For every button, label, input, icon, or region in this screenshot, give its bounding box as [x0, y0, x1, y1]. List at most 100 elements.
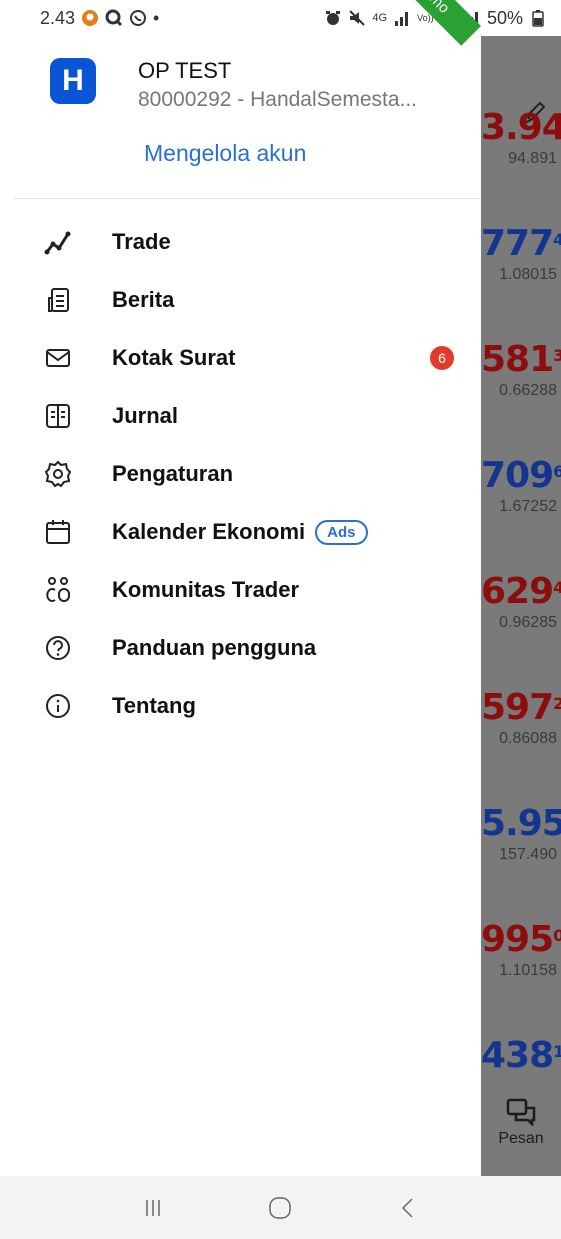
chat-icon [506, 1098, 536, 1126]
mute-icon [349, 10, 366, 26]
quote-price-main: 995 [481, 919, 554, 960]
network-4g-label: 4G [372, 12, 388, 24]
quote-secondary-price: 157.490 [499, 846, 557, 863]
quote-price-main: 597 [481, 687, 554, 728]
menu-item-komunitas-trader[interactable]: Komunitas Trader [0, 561, 481, 619]
menu-label-berita: Berita [112, 287, 175, 312]
quote-price: 5813 [481, 339, 561, 380]
navigation-drawer: H OP TEST 80000292 - HandalSemesta... Me… [0, 36, 481, 1176]
quote-secondary-price: 0.96285 [499, 614, 557, 631]
quote-row: 7096 1.67252 [481, 456, 561, 516]
quote-price: 7096 [481, 455, 561, 496]
account-number: 80000292 - HandalSemesta... [138, 88, 418, 111]
trade-chart-icon [44, 231, 71, 255]
menu-item-berita[interactable]: Berita [0, 271, 481, 329]
menu-label-kalender-ekonomi: Kalender Ekonomi Ads [112, 519, 368, 545]
quote-price-pip: 0 [553, 926, 561, 945]
quote-row: 6294 0.96285 [481, 572, 561, 632]
app-logo-icon: H [50, 58, 96, 104]
quote-row: 4381 [481, 1036, 561, 1076]
quote-secondary-price: 1.67252 [499, 498, 557, 515]
quote-row: 5813 0.66288 [481, 340, 561, 400]
pesan-label: Pesan [498, 1130, 544, 1147]
menu-item-pengaturan[interactable]: Pengaturan [0, 445, 481, 503]
quote-price: 6294 [481, 571, 561, 612]
ads-tag: Ads [315, 519, 368, 545]
quote-price-pip: 4 [553, 578, 561, 597]
quote-secondary-price: 0.86088 [499, 730, 557, 747]
quote-price-main: 777 [481, 223, 554, 264]
quote-price-main: 5.95 [481, 803, 561, 844]
quote-price-main: 3.94 [481, 107, 561, 148]
mail-icon [46, 349, 70, 367]
quote-price-pip: 4 [553, 230, 561, 249]
divider [14, 198, 481, 199]
menu-item-panduan-pengguna[interactable]: Panduan pengguna [0, 619, 481, 677]
quote-price: 5972 [481, 687, 561, 728]
menu-label-kotak-surat: Kotak Surat [112, 345, 236, 370]
manage-account-link[interactable]: Mengelola akun [144, 140, 306, 167]
menu-label-jurnal: Jurnal [112, 403, 179, 428]
background-quotes: 3.94994.89177741.0801558130.6628870961.6… [481, 36, 561, 1176]
menu-item-kalender-ekonomi[interactable]: Kalender Ekonomi Ads [0, 503, 481, 561]
drawer-menu: Trade Berita Kotak Surat 6 Jurnal Pengat… [0, 213, 481, 735]
help-icon [46, 636, 70, 660]
menu-item-kotak-surat[interactable]: Kotak Surat 6 [0, 329, 481, 387]
menu-label-tentang: Tentang [112, 693, 196, 718]
quote-price-pip: 2 [553, 694, 561, 713]
battery-percent: 50% [486, 7, 523, 28]
quote-secondary-price: 0.66288 [499, 382, 557, 399]
news-icon [48, 288, 69, 312]
kalender-label-text: Kalender Ekonomi [112, 519, 306, 544]
journal-icon [46, 404, 70, 428]
info-icon [46, 694, 70, 718]
quote-price: 3.949 [481, 108, 561, 148]
status-left: 2.43 • [40, 8, 159, 29]
notification-app-icon [82, 10, 99, 26]
menu-item-trade[interactable]: Trade [0, 213, 481, 271]
quote-price-main: 581 [481, 339, 554, 380]
quote-row: 3.949 94.891 [481, 108, 561, 168]
calendar-icon [46, 520, 70, 544]
quote-secondary-price: 1.10158 [499, 962, 557, 979]
gear-icon [44, 460, 72, 488]
account-name: OP TEST [138, 58, 232, 83]
quote-row: 5972 0.86088 [481, 688, 561, 748]
menu-item-tentang[interactable]: Tentang [0, 677, 481, 735]
quote-row: 9950 1.10158 [481, 920, 561, 980]
quote-price-pip: 3 [553, 346, 561, 365]
quote-price-main: 709 [481, 455, 554, 496]
community-icon [46, 577, 70, 602]
quote-price-pip: 1 [553, 1042, 561, 1061]
quote-price: 5.951 [481, 804, 561, 844]
alarm-icon [326, 11, 341, 25]
recent-apps-icon[interactable] [141, 1196, 165, 1220]
quote-row: 7774 1.08015 [481, 224, 561, 284]
pesan-button[interactable]: Pesan [481, 1098, 561, 1148]
whatsapp-icon [130, 10, 147, 26]
quote-secondary-price: 1.08015 [499, 266, 557, 283]
battery-icon [532, 10, 544, 27]
quote-row: 5.951 157.490 [481, 804, 561, 864]
quote-price-pip: 6 [553, 462, 561, 481]
menu-label-pengaturan: Pengaturan [112, 461, 234, 486]
back-icon[interactable] [396, 1196, 420, 1220]
quote-price: 4381 [481, 1035, 561, 1076]
status-bar: 2.43 • 4G Vo)) LTE2 50% [0, 0, 561, 36]
status-time: 2.43 [40, 7, 76, 28]
menu-item-jurnal[interactable]: Jurnal [0, 387, 481, 445]
account-header: H OP TEST 80000292 - HandalSemesta... Me… [0, 36, 481, 198]
menu-label-panduan-pengguna: Panduan pengguna [112, 635, 317, 660]
system-nav-bar [0, 1176, 561, 1239]
quote-price-main: 438 [481, 1035, 554, 1076]
quote-secondary-price: 94.891 [508, 150, 557, 167]
quote-price-main: 629 [481, 571, 554, 612]
menu-label-komunitas-trader: Komunitas Trader [112, 577, 300, 602]
home-icon[interactable] [267, 1195, 293, 1221]
status-dot: • [153, 7, 160, 28]
signal-icon [395, 12, 409, 26]
search-app-icon [105, 9, 123, 27]
quote-price: 7774 [481, 223, 561, 264]
quote-price: 9950 [481, 919, 561, 960]
unread-badge: 6 [430, 346, 454, 370]
